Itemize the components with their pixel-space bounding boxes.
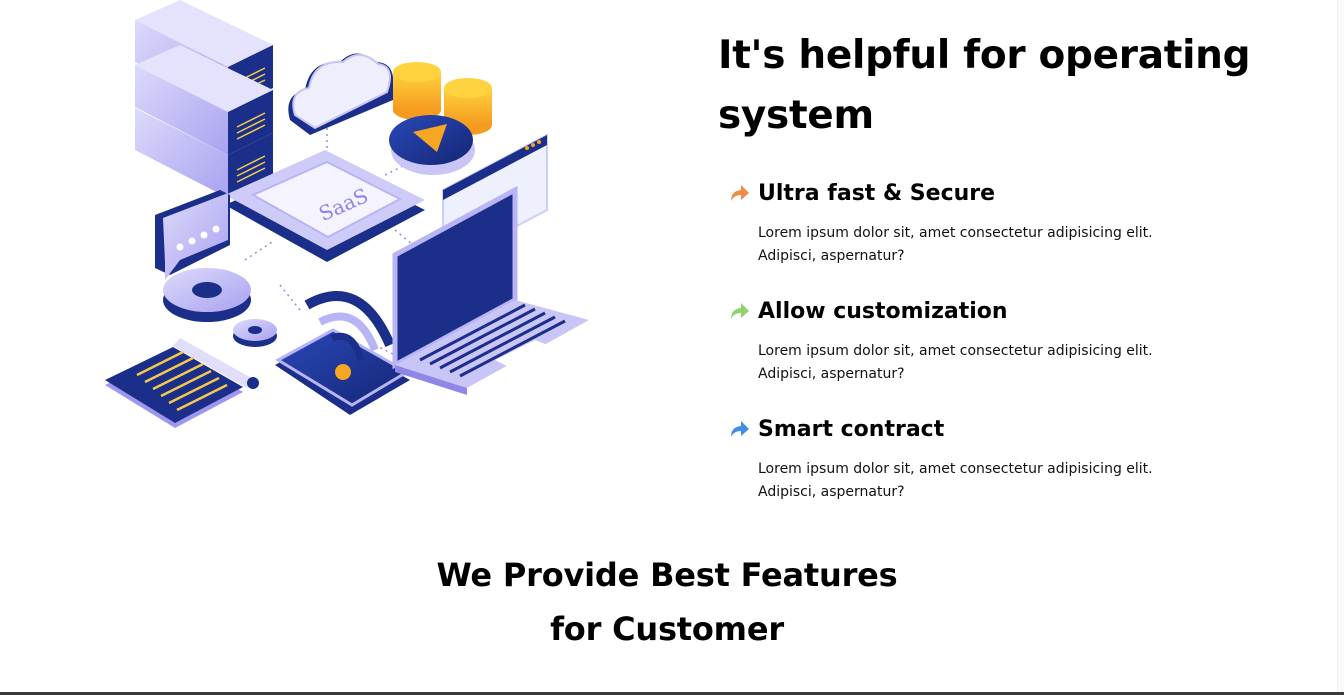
saas-illustration: SaaS (95, 0, 600, 445)
section-title-line-2: for Customer (550, 610, 784, 648)
laptop-icon (392, 185, 589, 395)
feature-title: Allow customization (758, 298, 1008, 324)
play-disc-icon (389, 115, 475, 175)
arrow-forward-icon (728, 300, 750, 322)
gear-icon (163, 268, 277, 347)
feature-description-line: Adipisci, aspernatur? (758, 248, 905, 264)
headline-line-1: It's helpful for operating (718, 33, 1251, 78)
section-title: We Provide Best Features for Customer (372, 548, 962, 656)
feature-description-line: Lorem ipsum dolor sit, amet consectetur … (758, 461, 1153, 477)
chat-bubble-icon (155, 190, 230, 280)
feature-description-line: Lorem ipsum dolor sit, amet consectetur … (758, 343, 1153, 359)
page-edge (1337, 0, 1344, 692)
feature-item-ultra-fast: Ultra fast & Secure Lorem ipsum dolor si… (728, 176, 1278, 268)
cloud-icon (288, 53, 394, 135)
feature-title: Smart contract (758, 416, 945, 442)
feature-description-line: Adipisci, aspernatur? (758, 366, 905, 382)
feature-description: Lorem ipsum dolor sit, amet consectetur … (758, 458, 1198, 504)
feature-description-line: Adipisci, aspernatur? (758, 484, 905, 500)
feature-content: It's helpful for operating system Ultra … (718, 26, 1278, 530)
feature-description: Lorem ipsum dolor sit, amet consectetur … (758, 340, 1198, 386)
phone-wifi-icon (274, 291, 410, 415)
section-title-line-1: We Provide Best Features (436, 556, 898, 594)
server-rack-icon (135, 0, 273, 198)
headline: It's helpful for operating system (718, 26, 1278, 146)
headline-line-2: system (718, 93, 874, 138)
arrow-forward-icon (728, 418, 750, 440)
feature-description: Lorem ipsum dolor sit, amet consectetur … (758, 222, 1198, 268)
feature-item-customization: Allow customization Lorem ipsum dolor si… (728, 294, 1278, 386)
feature-title: Ultra fast & Secure (758, 180, 996, 206)
feature-list: Ultra fast & Secure Lorem ipsum dolor si… (718, 176, 1278, 504)
notepad-icon (105, 347, 243, 428)
feature-description-line: Lorem ipsum dolor sit, amet consectetur … (758, 225, 1153, 241)
feature-item-smart-contract: Smart contract Lorem ipsum dolor sit, am… (728, 412, 1278, 504)
arrow-forward-icon (728, 182, 750, 204)
